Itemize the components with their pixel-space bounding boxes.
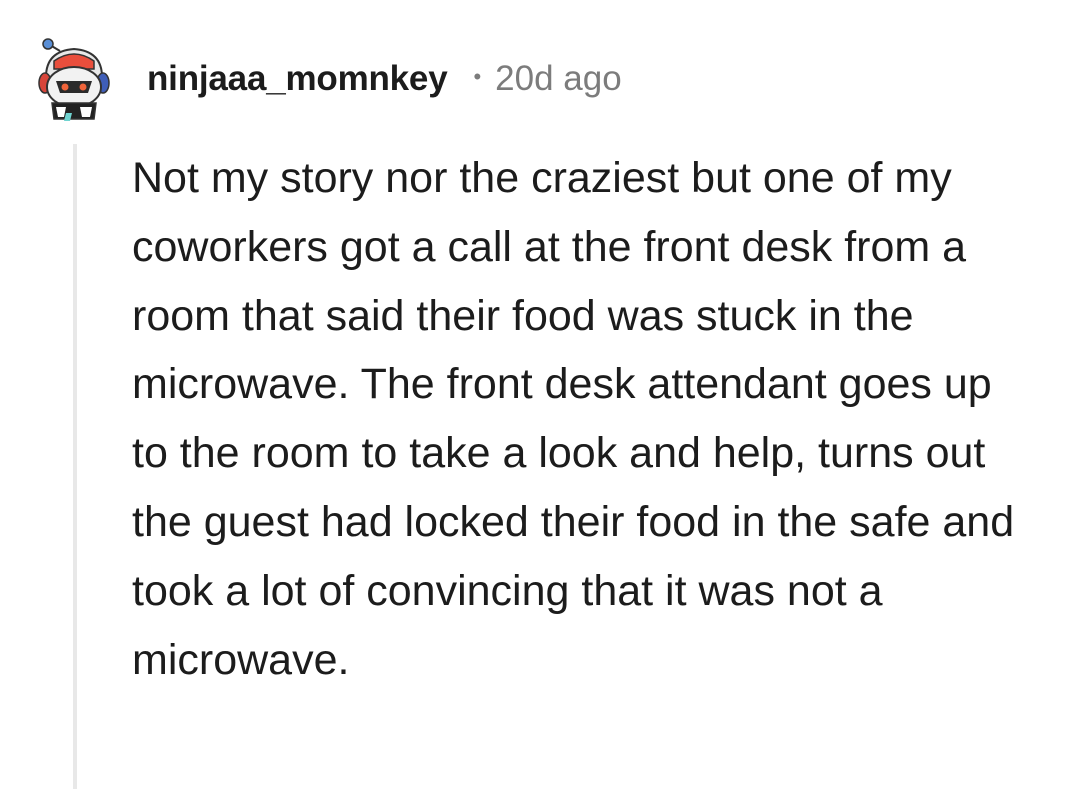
comment-body: Not my story nor the craziest but one of… [132, 154, 1015, 684]
comment: ninjaaa_momnkey • 20d ago Not my story n… [0, 0, 1080, 789]
snoo-avatar-icon [38, 38, 110, 121]
username-link[interactable]: ninjaaa_momnkey [147, 59, 448, 99]
thread-collapse-line[interactable] [73, 144, 77, 789]
avatar[interactable] [36, 37, 116, 121]
comment-timestamp: 20d ago [495, 59, 622, 98]
comment-header: ninjaaa_momnkey • 20d ago [36, 34, 622, 124]
meta-separator: • [473, 64, 482, 89]
